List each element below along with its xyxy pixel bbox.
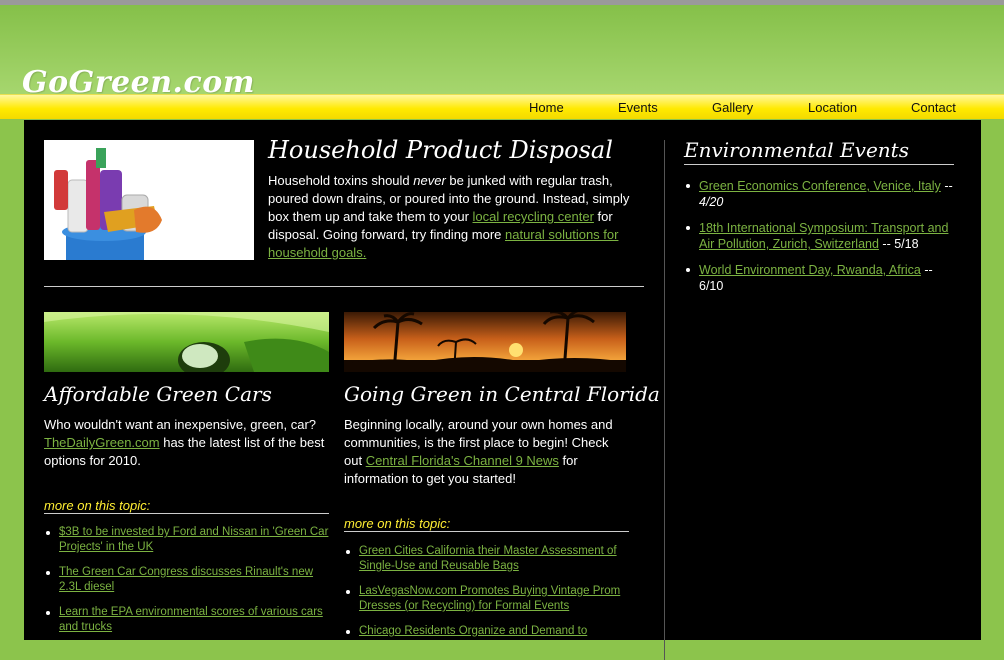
nav-home[interactable]: Home	[529, 100, 564, 115]
event-item: Green Economics Conference, Venice, Ital…	[684, 178, 959, 210]
event-item: 18th International Symposium: Transport …	[684, 220, 959, 252]
list-item: LasVegasNow.com Promotes Buying Vintage …	[344, 584, 629, 614]
topic-link[interactable]: Learn the EPA environmental scores of va…	[59, 606, 323, 633]
list-item: Green Cities California their Master Ass…	[344, 544, 629, 574]
feature-text-emphasis: never	[413, 173, 446, 188]
nav-gallery[interactable]: Gallery	[712, 100, 753, 115]
list-item: $3B to be invested by Ford and Nissan in…	[44, 525, 329, 555]
card-text-part: Who wouldn't want an inexpensive, green,…	[44, 417, 317, 432]
feature-text: Household toxins should never be junked …	[268, 172, 638, 262]
topic-link[interactable]: Chicago Residents Organize and Demand to	[359, 625, 587, 637]
more-topic-list-florida: Green Cities California their Master Ass…	[344, 544, 629, 649]
event-date: -- 5/18	[878, 237, 919, 251]
nav-events[interactable]: Events	[618, 100, 658, 115]
topic-link[interactable]: $3B to be invested by Ford and Nissan in…	[59, 526, 328, 553]
more-topic-label: more on this topic:	[44, 498, 151, 513]
florida-sunset-image	[344, 312, 626, 372]
feature-text-part: Household toxins should	[268, 173, 414, 188]
more-topic-label: more on this topic:	[344, 516, 451, 531]
nav-contact[interactable]: Contact	[911, 100, 956, 115]
dailygreen-link[interactable]: TheDailyGreen.com	[44, 435, 160, 450]
more-topic-list-cars: $3B to be invested by Ford and Nissan in…	[44, 525, 329, 645]
sidebar-rule	[684, 164, 954, 165]
recycling-center-link[interactable]: local recycling center	[473, 209, 594, 224]
more-topic-rule	[344, 531, 629, 532]
event-item: World Environment Day, Rwanda, Africa --…	[684, 262, 959, 294]
green-car-image	[44, 312, 329, 372]
list-item: Learn the EPA environmental scores of va…	[44, 605, 329, 635]
feature-title: Household Product Disposal	[268, 136, 613, 164]
sidebar-title: Environmental Events	[684, 138, 909, 162]
card-text-green-cars: Who wouldn't want an inexpensive, green,…	[44, 416, 329, 470]
more-topic-rule	[44, 513, 329, 514]
topic-link[interactable]: LasVegasNow.com Promotes Buying Vintage …	[359, 585, 620, 612]
main-content: Household Product Disposal Household tox…	[24, 120, 981, 660]
main-nav: Home Events Gallery Location Contact	[0, 94, 1004, 120]
card-text-central-florida: Beginning locally, around your own homes…	[344, 416, 629, 488]
list-item: The Green Car Congress discusses Rinault…	[44, 565, 329, 595]
card-title-green-cars: Affordable Green Cars	[44, 382, 272, 406]
sidebar-divider	[664, 140, 665, 660]
card-title-central-florida: Going Green in Central Florida	[344, 382, 660, 406]
channel9-link[interactable]: Central Florida's Channel 9 News	[366, 453, 559, 468]
event-link[interactable]: Green Economics Conference, Venice, Ital…	[699, 179, 941, 193]
header-banner: GoGreen.com	[0, 5, 1004, 100]
events-list: Green Economics Conference, Venice, Ital…	[684, 178, 959, 304]
section-divider	[44, 286, 644, 287]
nav-location[interactable]: Location	[808, 100, 857, 115]
topic-link[interactable]: Green Cities California their Master Ass…	[359, 545, 617, 572]
list-item: Chicago Residents Organize and Demand to	[344, 624, 629, 639]
event-link[interactable]: World Environment Day, Rwanda, Africa	[699, 263, 921, 277]
topic-link[interactable]: The Green Car Congress discusses Rinault…	[59, 566, 313, 593]
household-products-image	[44, 140, 254, 260]
